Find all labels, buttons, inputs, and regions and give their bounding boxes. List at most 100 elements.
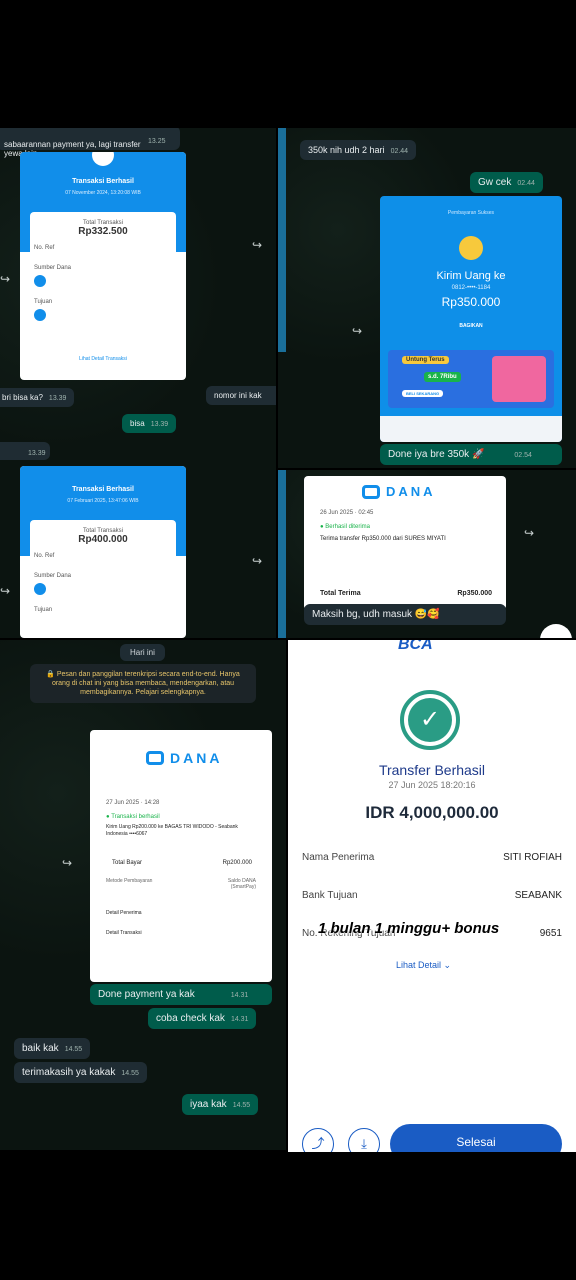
- card-title: Kirim Uang ke: [436, 270, 506, 282]
- recipient-name-label: Nama Penerima: [302, 852, 375, 863]
- no-ref-label: No. Ref: [34, 245, 55, 251]
- dana-logo-icon: [146, 751, 164, 765]
- source-label: Sumber Dana: [34, 265, 72, 271]
- promo-value: s.d. 7Ribu: [424, 372, 461, 382]
- total-amount: Rp400.000: [78, 534, 128, 545]
- method-label: Metode Pembayaran: [106, 878, 153, 884]
- encryption-notice[interactable]: 🔒 Pesan dan panggilan terenkripsi secara…: [30, 664, 256, 703]
- status-text: Transaksi berhasil: [111, 814, 160, 820]
- message-bubble: Maksih bg, udh masuk 😅🥰: [304, 604, 506, 625]
- download-icon: ⤓: [361, 1136, 367, 1151]
- forward-icon[interactable]: ↪: [62, 856, 72, 870]
- share-button[interactable]: BAGIKAN: [380, 323, 562, 329]
- transaction-card: Transaksi Berhasil 07 Februari 2025, 13:…: [20, 466, 186, 638]
- scroll-edge: [278, 470, 286, 638]
- status-label: ● Transaksi berhasil: [106, 814, 160, 820]
- receipt-title: Transfer Berhasil: [378, 762, 486, 778]
- status-label: ● Berhasil diterima: [320, 524, 370, 530]
- message-bubble: baik kak 14.55: [14, 1038, 91, 1059]
- dana-receipt-card: DANA 27 Jun 2025 · 14:28 ● Transaksi ber…: [90, 730, 272, 982]
- receipt-date: 27 Jun 2025 · 14:28: [106, 800, 160, 806]
- dana-logo-text: DANA: [386, 484, 436, 499]
- card-footer: [380, 416, 562, 442]
- card-date: 07 Februari 2025, 13:47:06 WIB: [67, 498, 139, 504]
- message-text: terimakasih ya kakak: [22, 1067, 116, 1078]
- method-value: Saldo DANA (SmartPay): [227, 878, 256, 890]
- bank-label: Bank Tujuan: [302, 890, 358, 901]
- chat-screenshot-3: DANA 26 Jun 2025 · 02:45 ● Berhasil dite…: [278, 470, 576, 638]
- receipt-description: Kirim Uang Rp200.000 ke BAGAS TRI WIDODO…: [106, 824, 238, 837]
- message-bubble: bri bisa ka? 13.39: [0, 388, 75, 407]
- forward-icon[interactable]: ↪: [252, 238, 262, 252]
- bca-logo-text: BCA: [398, 640, 433, 653]
- bank-avatar: [34, 275, 46, 287]
- message-time: 14.31: [230, 1016, 249, 1023]
- total-amount: Rp332.500: [78, 226, 128, 237]
- message-text: Maksih bg, udh masuk: [312, 609, 413, 620]
- check-icon: ●: [320, 524, 324, 530]
- card-amount: Rp350.000: [441, 295, 501, 309]
- overlay-caption: 1 bulan 1 minggu+ bonus: [318, 920, 500, 937]
- message-bubble: 350k nih udh 2 hari 02.44: [300, 140, 417, 160]
- scroll-edge: [278, 128, 286, 352]
- destination-label: Tujuan: [34, 299, 53, 305]
- done-button[interactable]: Selesai: [390, 1124, 562, 1152]
- forward-icon[interactable]: ↪: [0, 272, 10, 286]
- receipt-date: 27 Jun 2025 18:20:16: [388, 780, 476, 790]
- notice-text: Pesan dan panggilan terenkripsi secara e…: [51, 671, 240, 696]
- promo-title: Untung Terus: [402, 356, 449, 364]
- message-time: 13.39: [28, 450, 46, 457]
- recipient-detail-row[interactable]: Detail Penerima: [106, 910, 142, 916]
- message-time: 02.54: [514, 452, 532, 459]
- total-label: Total Terima: [320, 590, 361, 597]
- forward-icon[interactable]: ↪: [0, 584, 10, 598]
- chevron-down-icon: ⌄: [443, 960, 452, 970]
- download-button[interactable]: ⤓: [348, 1128, 380, 1152]
- transaction-card: Transaksi Berhasil 07 November 2024, 13:…: [20, 152, 186, 380]
- message-text: baik kak: [22, 1043, 59, 1054]
- share-button[interactable]: ⤴: [302, 1128, 334, 1152]
- detail-link-text: Lihat Detail: [396, 960, 442, 970]
- check-icon: ●: [106, 814, 110, 820]
- message-time: 02.44: [390, 148, 409, 155]
- detail-link[interactable]: Lihat Detail Transaksi: [30, 356, 176, 362]
- promo-banner[interactable]: Untung Terus s.d. 7Ribu BELI SEKARANG: [388, 350, 554, 408]
- buy-button[interactable]: BELI SEKARANG: [402, 390, 444, 397]
- message-time: 14.55: [232, 1102, 251, 1109]
- bank-avatar: [34, 583, 46, 595]
- message-text: Done payment ya kak: [98, 989, 195, 1000]
- total-label: Total Bayar: [112, 860, 143, 866]
- dana-receipt-card: DANA 26 Jun 2025 · 02:45 ● Berhasil dite…: [304, 476, 506, 610]
- lock-icon: 🔒: [46, 671, 55, 678]
- forward-icon[interactable]: ↪: [352, 324, 362, 338]
- check-icon: [92, 152, 114, 166]
- message-bubble: Done iya bre 350k 🚀 02.54: [380, 444, 562, 465]
- message-time: 14.31: [230, 992, 249, 999]
- destination-label: Tujuan: [34, 607, 53, 613]
- message-text: coba check kak: [156, 1013, 225, 1024]
- emoji-icon: 😅🥰: [414, 609, 440, 620]
- card-title: Transaksi Berhasil: [72, 486, 134, 493]
- forward-icon[interactable]: ↪: [252, 554, 262, 568]
- share-icon: ⤴: [311, 1136, 325, 1151]
- dana-logo: DANA: [146, 750, 272, 766]
- transaction-detail-row[interactable]: Detail Transaksi: [106, 930, 142, 936]
- total-value: Rp350.000: [457, 590, 492, 597]
- no-ref-label: No. Ref: [34, 553, 55, 559]
- dana-logo-icon: [362, 484, 380, 499]
- bank-avatar: [34, 309, 46, 321]
- card-header: Pembayaran Sukses: [447, 210, 495, 216]
- chat-screenshot-2: 350k nih udh 2 hari 02.44 Gw cek 02.44 Pem…: [278, 128, 576, 468]
- bank-value: SEABANK: [514, 890, 562, 901]
- detail-link[interactable]: Lihat Detail ⌄: [396, 960, 451, 971]
- success-icon: ✓: [400, 690, 460, 750]
- forward-icon[interactable]: ↪: [524, 526, 534, 540]
- card-date: 07 November 2024, 13:20:08 WIB: [65, 190, 141, 196]
- payment-card: Pembayaran Sukses Kirim Uang ke 0812-•••…: [380, 196, 562, 442]
- message-time: 13.25: [148, 138, 166, 145]
- message-bubble: Done payment ya kak 14.31: [90, 984, 272, 1005]
- message-bubble: coba check kak 14.31: [148, 1008, 257, 1029]
- bca-logo: BCA: [398, 640, 433, 654]
- message-text: 350k nih udh 2 hari: [308, 145, 385, 155]
- scroll-down-button[interactable]: [540, 624, 572, 638]
